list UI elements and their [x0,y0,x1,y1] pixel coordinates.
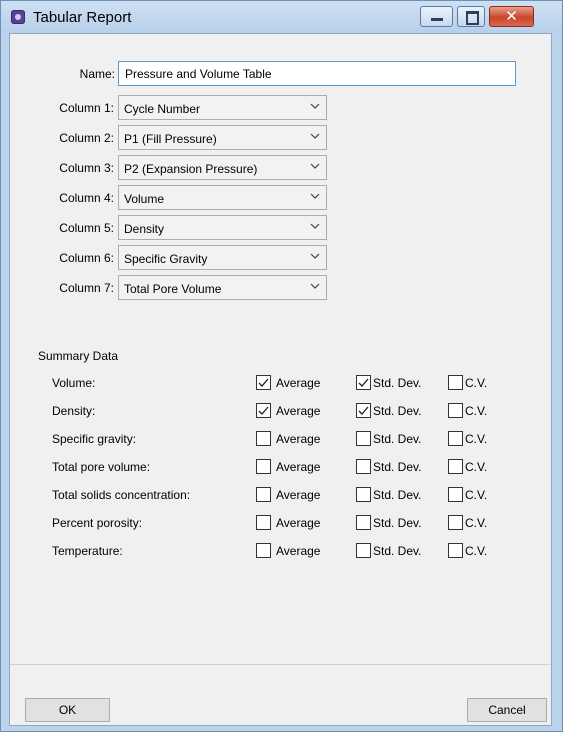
column-label: Column 2: [59,131,114,145]
cv-checkbox[interactable] [448,543,463,558]
std-dev-label[interactable]: Std. Dev. [373,488,421,502]
column-1-select[interactable]: Cycle Number [118,95,327,120]
minimize-button[interactable] [420,6,453,27]
window-title: Tabular Report [33,9,132,26]
column-label: Column 1: [59,101,114,115]
cv-label[interactable]: C.V. [465,376,487,390]
dialog-body: Name: Column 1: Cycle Number Column 2: P1 (… [9,33,552,726]
summary-row-label: Volume: [52,376,96,390]
std-dev-label[interactable]: Std. Dev. [373,516,421,530]
summary-row-label: Density: [52,404,96,418]
ok-button[interactable]: OK [25,698,110,722]
std-dev-label[interactable]: Std. Dev. [373,432,421,446]
title-bar[interactable]: Tabular Report ✕ [1,1,562,33]
checkmark-icon [358,378,369,387]
summary-row-label: Total solids concentration: [52,488,191,502]
average-checkbox[interactable] [256,543,271,558]
average-label[interactable]: Average [276,460,320,474]
std-dev-checkbox[interactable] [356,515,371,530]
maximize-icon [466,11,479,25]
chevron-down-icon [310,133,320,139]
average-checkbox[interactable] [256,487,271,502]
average-label[interactable]: Average [276,488,320,502]
std-dev-label[interactable]: Std. Dev. [373,404,421,418]
close-icon: ✕ [505,7,518,25]
summary-row-label: Percent porosity: [52,516,143,530]
cv-checkbox[interactable] [448,515,463,530]
std-dev-label[interactable]: Std. Dev. [373,376,421,390]
std-dev-checkbox[interactable] [356,431,371,446]
cv-checkbox[interactable] [448,431,463,446]
maximize-button[interactable] [457,6,485,27]
chevron-down-icon [310,193,320,199]
average-label[interactable]: Average [276,544,320,558]
cv-label[interactable]: C.V. [465,432,487,446]
cv-checkbox[interactable] [448,403,463,418]
select-value: Total Pore Volume [124,282,222,296]
name-label: Name: [79,67,115,81]
column-label: Column 4: [59,191,114,205]
column-7-select[interactable]: Total Pore Volume [118,275,327,300]
divider [10,664,551,665]
column-2-select[interactable]: P1 (Fill Pressure) [118,125,327,150]
average-label[interactable]: Average [276,432,320,446]
chevron-down-icon [310,163,320,169]
app-icon [11,10,25,24]
std-dev-checkbox[interactable] [356,459,371,474]
column-label: Column 3: [59,161,114,175]
std-dev-checkbox[interactable] [356,543,371,558]
average-checkbox[interactable] [256,431,271,446]
chevron-down-icon [310,253,320,259]
minimize-icon [431,18,443,21]
cv-label[interactable]: C.V. [465,404,487,418]
cv-checkbox[interactable] [448,375,463,390]
average-label[interactable]: Average [276,404,320,418]
summary-row-label: Temperature: [52,544,123,558]
column-4-select[interactable]: Volume [118,185,327,210]
cv-label[interactable]: C.V. [465,488,487,502]
column-label: Column 7: [59,281,114,295]
close-button[interactable]: ✕ [489,6,534,27]
std-dev-label[interactable]: Std. Dev. [373,544,421,558]
std-dev-label[interactable]: Std. Dev. [373,460,421,474]
cv-checkbox[interactable] [448,487,463,502]
average-label[interactable]: Average [276,516,320,530]
summary-row-label: Specific gravity: [52,432,137,446]
column-label: Column 5: [59,221,114,235]
checkmark-icon [258,406,269,415]
checkmark-icon [358,406,369,415]
column-6-select[interactable]: Specific Gravity [118,245,327,270]
average-label[interactable]: Average [276,376,320,390]
chevron-down-icon [310,283,320,289]
chevron-down-icon [310,103,320,109]
select-value: Volume [124,192,165,206]
select-value: Cycle Number [124,102,201,116]
checkmark-icon [258,378,269,387]
cancel-button[interactable]: Cancel [467,698,547,722]
cv-checkbox[interactable] [448,459,463,474]
average-checkbox[interactable] [256,459,271,474]
cv-label[interactable]: C.V. [465,544,487,558]
summary-data-title: Summary Data [38,349,119,363]
chevron-down-icon [310,223,320,229]
select-value: Specific Gravity [124,252,208,266]
cv-label[interactable]: C.V. [465,516,487,530]
std-dev-checkbox[interactable] [356,487,371,502]
std-dev-checkbox[interactable] [356,375,371,390]
column-label: Column 6: [59,251,114,265]
tabular-report-window: Tabular Report ✕ Name: Column 1: Cycle Nu… [0,0,563,732]
average-checkbox[interactable] [256,403,271,418]
average-checkbox[interactable] [256,375,271,390]
std-dev-checkbox[interactable] [356,403,371,418]
column-3-select[interactable]: P2 (Expansion Pressure) [118,155,327,180]
column-5-select[interactable]: Density [118,215,327,240]
cv-label[interactable]: C.V. [465,460,487,474]
select-value: Density [124,222,165,236]
name-input[interactable] [118,61,516,86]
summary-row-label: Total pore volume: [52,460,151,474]
select-value: P1 (Fill Pressure) [124,132,217,146]
select-value: P2 (Expansion Pressure) [124,162,258,176]
average-checkbox[interactable] [256,515,271,530]
